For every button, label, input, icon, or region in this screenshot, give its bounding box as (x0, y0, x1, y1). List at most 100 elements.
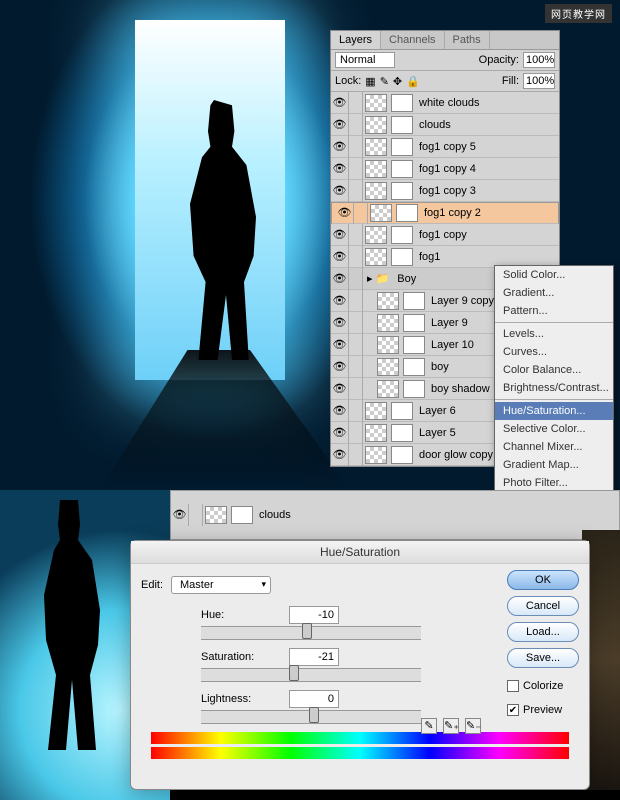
link-col (349, 114, 363, 136)
menu-item[interactable]: Gradient... (495, 284, 613, 302)
load-button[interactable]: Load... (507, 622, 579, 642)
mask-thumb (391, 116, 413, 134)
lightness-label: Lightness: (201, 693, 281, 705)
menu-item[interactable]: Hue/Saturation... (495, 402, 613, 420)
menu-item[interactable]: Brightness/Contrast... (495, 379, 613, 397)
link-col (349, 136, 363, 158)
layer-name: clouds (415, 119, 559, 131)
menu-item[interactable]: Pattern... (495, 302, 613, 320)
visibility-icon[interactable]: 👁 (331, 312, 349, 334)
layer-thumb (205, 506, 227, 524)
fill-field[interactable]: 100% (523, 73, 555, 89)
layer-thumb (365, 116, 387, 134)
lightness-field[interactable]: 0 (289, 690, 339, 708)
fill-label: Fill: (502, 75, 519, 87)
visibility-icon[interactable]: 👁 (331, 422, 349, 444)
menu-item[interactable]: Color Balance... (495, 361, 613, 379)
layer-name: white clouds (415, 97, 559, 109)
layer-row[interactable]: 👁 clouds (331, 114, 559, 136)
eyedropper-group: ✎ ✎₊ ✎₋ (421, 718, 481, 734)
link-col (189, 504, 203, 526)
link-col (354, 202, 368, 224)
saturation-slider[interactable] (201, 668, 421, 682)
visibility-icon[interactable]: 👁 (331, 290, 349, 312)
layer-name: fog1 copy 5 (415, 141, 559, 153)
mask-thumb (403, 358, 425, 376)
tab-channels[interactable]: Channels (381, 31, 444, 49)
mask-thumb (396, 204, 418, 222)
cancel-button[interactable]: Cancel (507, 596, 579, 616)
layer-row[interactable]: 👁 fog1 copy 5 (331, 136, 559, 158)
hue-field[interactable]: -10 (289, 606, 339, 624)
mask-thumb (391, 182, 413, 200)
mask-thumb (391, 248, 413, 266)
menu-item[interactable]: Levels... (495, 325, 613, 343)
menu-item[interactable]: Gradient Map... (495, 456, 613, 474)
link-col (349, 268, 363, 290)
opacity-field[interactable]: 100% (523, 52, 555, 68)
visibility-icon[interactable]: 👁 (331, 444, 349, 466)
save-button[interactable]: Save... (507, 648, 579, 668)
link-col (349, 180, 363, 202)
visibility-icon[interactable]: 👁 (336, 202, 354, 224)
preview-label: Preview (523, 704, 562, 716)
link-col (349, 400, 363, 422)
menu-item[interactable]: Channel Mixer... (495, 438, 613, 456)
hue-saturation-dialog: Hue/Saturation Edit: Master Hue: -10 Sat… (130, 540, 590, 790)
lock-paint-icon[interactable]: ✎ (380, 75, 389, 88)
visibility-icon[interactable]: 👁 (331, 334, 349, 356)
blend-mode-select[interactable]: Normal (335, 52, 395, 68)
menu-item[interactable]: Solid Color... (495, 266, 613, 284)
layer-row[interactable]: 👁fog1 copy 4 (331, 158, 559, 180)
layer-thumb (365, 182, 387, 200)
lock-position-icon[interactable]: ✥ (393, 75, 402, 88)
eyedropper-subtract-icon[interactable]: ✎₋ (465, 718, 481, 734)
layer-thumb (365, 248, 387, 266)
visibility-icon[interactable]: 👁 (331, 378, 349, 400)
lock-transparency-icon[interactable]: ▦ (365, 75, 375, 88)
layer-name: fog1 copy 3 (415, 185, 559, 197)
colorize-checkbox[interactable] (507, 680, 519, 692)
layer-thumb (365, 446, 387, 464)
visibility-icon[interactable]: 👁 (331, 180, 349, 202)
layer-row[interactable]: 👁fog1 copy (331, 224, 559, 246)
hue-slider[interactable] (201, 626, 421, 640)
layer-thumb (377, 380, 399, 398)
visibility-icon[interactable]: 👁 (171, 504, 189, 526)
lightness-slider[interactable] (201, 710, 421, 724)
visibility-icon[interactable]: 👁 (331, 400, 349, 422)
saturation-field[interactable]: -21 (289, 648, 339, 666)
menu-item[interactable]: Selective Color... (495, 420, 613, 438)
preview-checkbox[interactable]: ✔ (507, 704, 519, 716)
visibility-icon[interactable]: 👁 (331, 356, 349, 378)
edit-label: Edit: (141, 579, 163, 591)
layer-row[interactable]: 👁 white clouds (331, 92, 559, 114)
visibility-icon[interactable]: 👁 (331, 224, 349, 246)
visibility-icon[interactable]: 👁 (331, 246, 349, 268)
eyedropper-add-icon[interactable]: ✎₊ (443, 718, 459, 734)
link-col (349, 422, 363, 444)
mask-thumb (231, 506, 253, 524)
tab-paths[interactable]: Paths (445, 31, 490, 49)
link-col (349, 356, 363, 378)
hue-gradient-bottom (151, 747, 569, 759)
lock-all-icon[interactable]: 🔒 (406, 75, 420, 88)
mask-thumb (391, 160, 413, 178)
visibility-icon[interactable]: 👁 (331, 114, 349, 136)
menu-item[interactable]: Curves... (495, 343, 613, 361)
edit-dropdown[interactable]: Master (171, 576, 271, 594)
visibility-icon[interactable]: 👁 (331, 268, 349, 290)
lock-row: Lock: ▦ ✎ ✥ 🔒 Fill: 100% (331, 70, 559, 92)
visibility-icon[interactable]: 👁 (331, 136, 349, 158)
ok-button[interactable]: OK (507, 570, 579, 590)
dialog-title: Hue/Saturation (131, 541, 589, 564)
panel-tabs: Layers Channels Paths (331, 31, 559, 50)
visibility-icon[interactable]: 👁 (331, 92, 349, 114)
layer-row[interactable]: 👁fog1 copy 2 (331, 202, 559, 224)
eyedropper-icon[interactable]: ✎ (421, 718, 437, 734)
layer-thumb (377, 314, 399, 332)
visibility-icon[interactable]: 👁 (331, 158, 349, 180)
layer-row[interactable]: 👁 fog1 copy 3 (331, 180, 559, 202)
layer-thumb (365, 160, 387, 178)
tab-layers[interactable]: Layers (331, 31, 381, 49)
